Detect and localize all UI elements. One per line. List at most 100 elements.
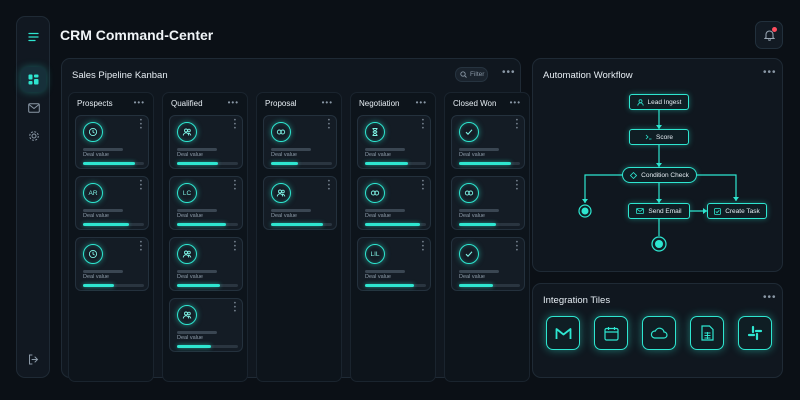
deal-progress-track <box>459 162 520 165</box>
deal-card[interactable]: • • • Deal value <box>263 176 337 230</box>
card-menu-button[interactable]: • • • <box>328 179 330 193</box>
avatar: AR <box>83 183 103 203</box>
slack-tile[interactable] <box>738 316 772 350</box>
column-menu-button[interactable]: ••• <box>416 98 427 107</box>
send-email-label: Send Email <box>648 207 682 215</box>
deal-card[interactable]: • • • Deal value <box>357 176 431 230</box>
checkbox-icon <box>714 207 722 215</box>
deal-card[interactable]: • • • Deal value <box>75 237 149 291</box>
deal-progress-fill <box>459 284 493 287</box>
deal-progress-fill <box>271 223 323 226</box>
column-menu-button[interactable]: ••• <box>134 98 145 107</box>
card-menu-button[interactable]: • • • <box>140 179 142 193</box>
column-menu-button[interactable]: ••• <box>322 98 333 107</box>
card-menu-button[interactable]: • • • <box>516 118 518 132</box>
menu-button[interactable] <box>21 24 46 49</box>
deal-value-label: Deal value <box>365 274 391 280</box>
card-menu-button[interactable]: • • • <box>140 118 142 132</box>
card-menu-button[interactable]: • • • <box>234 240 236 254</box>
deal-card[interactable]: • • • Deal value <box>451 237 525 291</box>
deal-card[interactable]: • • • Deal value <box>357 115 431 169</box>
card-name-placeholder <box>177 331 217 334</box>
deal-value-label: Deal value <box>271 213 297 219</box>
kanban-column: Proposal ••• • • • Deal value • • • Deal value <box>256 92 342 382</box>
card-menu-button[interactable]: • • • <box>328 118 330 132</box>
kanban-column: Prospects ••• • • • Deal value AR • • • Deal value… <box>68 92 154 382</box>
send-email-node[interactable]: Send Email <box>628 203 690 219</box>
avatar: LC <box>177 183 197 203</box>
link-icon <box>276 129 286 135</box>
deal-card[interactable]: AR • • • Deal value <box>75 176 149 230</box>
deal-card[interactable]: • • • Deal value <box>451 115 525 169</box>
lead-ingest-label: Lead Ingest <box>647 98 682 106</box>
card-menu-button[interactable]: • • • <box>234 118 236 132</box>
deal-value-label: Deal value <box>83 152 109 158</box>
deal-card[interactable]: • • • Deal value <box>169 298 243 352</box>
users-icon <box>182 128 192 136</box>
workflow-panel: Automation Workflow ••• Lead Ingest Scor… <box>532 58 783 272</box>
card-menu-button[interactable]: • • • <box>234 179 236 193</box>
card-name-placeholder <box>271 148 311 151</box>
deal-card[interactable]: • • • Deal value <box>451 176 525 230</box>
deal-value-label: Deal value <box>83 213 109 219</box>
lead-ingest-node[interactable]: Lead Ingest <box>629 94 689 110</box>
settings-icon <box>28 130 39 141</box>
pipeline-menu-button[interactable]: ••• <box>502 68 516 78</box>
card-menu-button[interactable]: • • • <box>422 240 424 254</box>
avatar <box>365 183 385 203</box>
filter-button[interactable]: Filter <box>455 67 488 82</box>
deal-value-label: Deal value <box>177 213 203 219</box>
cloud-tile[interactable] <box>642 316 676 350</box>
deal-card[interactable]: LIL • • • Deal value <box>357 237 431 291</box>
deal-card[interactable]: • • • Deal value <box>169 115 243 169</box>
card-name-placeholder <box>177 270 217 273</box>
deal-value-label: Deal value <box>271 152 297 158</box>
dashboard-nav-button[interactable] <box>21 67 46 92</box>
sheets-icon <box>700 325 714 341</box>
deal-card[interactable]: • • • Deal value <box>263 115 337 169</box>
deal-progress-track <box>83 162 144 165</box>
unread-badge <box>772 27 777 32</box>
settings-nav-button[interactable] <box>21 123 46 148</box>
notifications-button[interactable] <box>755 21 783 49</box>
avatar <box>83 244 103 264</box>
avatar <box>459 122 479 142</box>
deal-progress-fill <box>177 223 226 226</box>
mail-nav-button[interactable] <box>21 95 46 120</box>
deal-progress-fill <box>177 345 211 348</box>
card-menu-button[interactable]: • • • <box>422 179 424 193</box>
integrations-menu-button[interactable]: ••• <box>763 293 777 303</box>
card-name-placeholder <box>271 209 311 212</box>
link-icon <box>464 190 474 196</box>
gmail-tile[interactable] <box>546 316 580 350</box>
column-title: Prospects <box>77 99 113 108</box>
deal-progress-track <box>459 284 520 287</box>
avatar <box>177 305 197 325</box>
calendar-tile[interactable] <box>594 316 628 350</box>
column-menu-button[interactable]: ••• <box>228 98 239 107</box>
card-menu-button[interactable]: • • • <box>516 179 518 193</box>
page-title: CRM Command-Center <box>60 27 214 43</box>
card-menu-button[interactable]: • • • <box>234 301 236 315</box>
deal-progress-track <box>459 223 520 226</box>
logout-button[interactable] <box>21 347 46 372</box>
side-rail <box>16 16 50 378</box>
deal-value-label: Deal value <box>459 152 485 158</box>
card-name-placeholder <box>365 209 405 212</box>
column-menu-button[interactable]: ••• <box>510 98 521 107</box>
deal-card[interactable]: LC • • • Deal value <box>169 176 243 230</box>
create-task-label: Create Task <box>725 207 760 215</box>
deal-progress-fill <box>365 223 420 226</box>
sheets-tile[interactable] <box>690 316 724 350</box>
card-menu-button[interactable]: • • • <box>140 240 142 254</box>
deal-card[interactable]: • • • Deal value <box>169 237 243 291</box>
create-task-node[interactable]: Create Task <box>707 203 767 219</box>
card-name-placeholder <box>459 209 499 212</box>
card-menu-button[interactable]: • • • <box>422 118 424 132</box>
score-node[interactable]: Score <box>629 129 689 145</box>
condition-check-node[interactable]: Condition Check <box>622 167 697 183</box>
deal-value-label: Deal value <box>177 152 203 158</box>
integrations-title: Integration Tiles <box>543 295 611 306</box>
card-menu-button[interactable]: • • • <box>516 240 518 254</box>
deal-card[interactable]: • • • Deal value <box>75 115 149 169</box>
